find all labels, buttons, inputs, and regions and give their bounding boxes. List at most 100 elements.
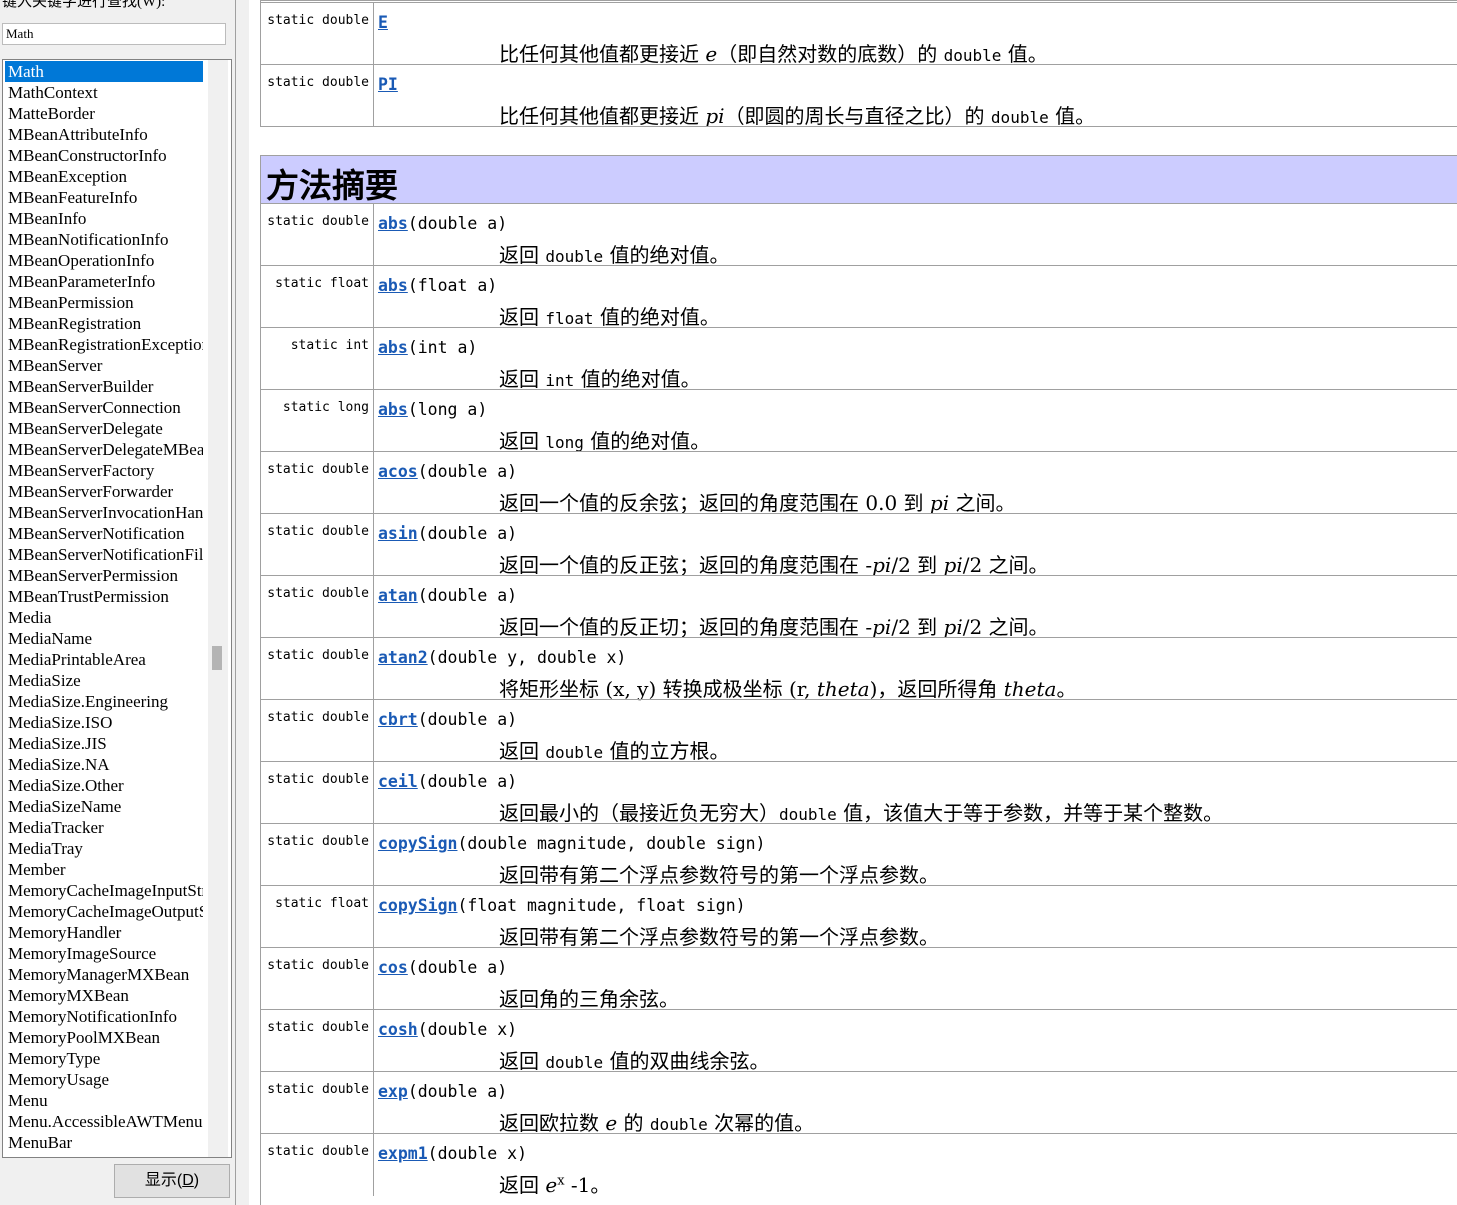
- index-list-item[interactable]: MBeanTrustPermission: [5, 586, 203, 607]
- summary-row: static double E 比任何其他值都更接近 e（即自然对数的底数）的 do…: [261, 2, 1457, 66]
- index-list[interactable]: Math MathContext MatteBorder MBeanAttribute…: [5, 61, 203, 1153]
- index-list-item[interactable]: Media: [5, 607, 203, 628]
- member-description: 比任何其他值都更接近 pi（即圆的周长与直径之比）的 double 值。: [499, 100, 1095, 129]
- member-description: 返回带有第二个浮点参数符号的第一个浮点参数。: [499, 921, 939, 950]
- index-list-item[interactable]: MBeanAttributeInfo: [5, 124, 203, 145]
- vertical-scrollbar[interactable]: [208, 60, 228, 1157]
- index-list-item[interactable]: Member: [5, 859, 203, 880]
- modifier-type: static float: [261, 266, 374, 328]
- index-list-item[interactable]: MBeanRegistrationException: [5, 334, 203, 355]
- index-list-item[interactable]: MediaTray: [5, 838, 203, 859]
- member-description: 返回 double 值的绝对值。: [499, 239, 730, 268]
- description-text: 返回欧拉数: [499, 1111, 606, 1135]
- index-list-item[interactable]: MediaName: [5, 628, 203, 649]
- modifier-type: static double: [261, 1072, 374, 1134]
- index-listbox[interactable]: Math MathContext MatteBorder MBeanAttribute…: [2, 59, 232, 1158]
- description-text: double: [779, 805, 837, 824]
- member-link[interactable]: asin: [378, 524, 418, 543]
- search-input[interactable]: [2, 23, 226, 45]
- member-link[interactable]: acos: [378, 462, 418, 481]
- member-link[interactable]: copySign: [378, 834, 457, 853]
- index-list-item[interactable]: MemoryNotificationInfo: [5, 1006, 203, 1027]
- description-text: int: [545, 371, 575, 390]
- index-list-item[interactable]: MBeanException: [5, 166, 203, 187]
- member-params: (double a): [407, 214, 508, 233]
- member-link[interactable]: ceil: [378, 772, 418, 791]
- member-params: (double a): [417, 586, 518, 605]
- index-list-item[interactable]: MBeanServerConnection: [5, 397, 203, 418]
- modifier-type: static int: [261, 328, 374, 390]
- member-link[interactable]: abs: [378, 338, 408, 357]
- index-list-item[interactable]: MBeanServerForwarder: [5, 481, 203, 502]
- index-list-item[interactable]: MBeanServerNotification: [5, 523, 203, 544]
- member-link[interactable]: PI: [378, 75, 398, 94]
- index-list-item[interactable]: MemoryType: [5, 1048, 203, 1069]
- index-list-item[interactable]: MemoryManagerMXBean: [5, 964, 203, 985]
- pane-splitter[interactable]: [235, 0, 249, 1205]
- index-list-item[interactable]: MediaSize.NA: [5, 754, 203, 775]
- index-list-item[interactable]: MediaPrintableArea: [5, 649, 203, 670]
- description-text: 之间。: [949, 491, 1016, 515]
- index-list-item[interactable]: MBeanServerDelegate: [5, 418, 203, 439]
- index-list-item[interactable]: MBeanFeatureInfo: [5, 187, 203, 208]
- index-list-item[interactable]: MBeanServerInvocationHandler: [5, 502, 203, 523]
- index-list-item[interactable]: MBeanConstructorInfo: [5, 145, 203, 166]
- index-list-item[interactable]: MBeanPermission: [5, 292, 203, 313]
- index-list-item[interactable]: MediaSize.ISO: [5, 712, 203, 733]
- index-list-item[interactable]: Menu.AccessibleAWTMenu: [5, 1111, 203, 1132]
- index-list-item[interactable]: MBeanRegistration: [5, 313, 203, 334]
- member-link[interactable]: E: [378, 13, 388, 32]
- index-list-item[interactable]: MediaSize.Engineering: [5, 691, 203, 712]
- index-list-item[interactable]: MBeanServer: [5, 355, 203, 376]
- index-list-item[interactable]: MemoryCacheImageInputStream: [5, 880, 203, 901]
- member-params: (float a): [407, 276, 498, 295]
- index-list-item[interactable]: MediaSize.JIS: [5, 733, 203, 754]
- description-text: /2 到: [891, 553, 944, 577]
- index-list-item[interactable]: MemoryPoolMXBean: [5, 1027, 203, 1048]
- member-link[interactable]: copySign: [378, 896, 457, 915]
- scrollbar-thumb[interactable]: [212, 646, 222, 670]
- description-text: )，返回所得角: [869, 677, 1004, 701]
- index-list-item[interactable]: MBeanServerNotificationFilter: [5, 544, 203, 565]
- member-link[interactable]: abs: [378, 400, 408, 419]
- show-button[interactable]: 显示(D): [114, 1164, 230, 1198]
- index-list-item[interactable]: MBeanServerBuilder: [5, 376, 203, 397]
- index-list-item[interactable]: MBeanOperationInfo: [5, 250, 203, 271]
- member-link[interactable]: abs: [378, 214, 408, 233]
- modifier-type: static double: [261, 3, 374, 65]
- index-list-item[interactable]: MemoryUsage: [5, 1069, 203, 1090]
- index-list-item[interactable]: MemoryHandler: [5, 922, 203, 943]
- index-list-item[interactable]: MenuBar: [5, 1132, 203, 1153]
- index-list-item[interactable]: MBeanServerDelegateMBean: [5, 439, 203, 460]
- index-list-item[interactable]: MBeanServerFactory: [5, 460, 203, 481]
- index-list-item[interactable]: MediaSize: [5, 670, 203, 691]
- member-link[interactable]: expm1: [378, 1144, 428, 1163]
- index-list-item[interactable]: Menu: [5, 1090, 203, 1111]
- method-summary-header: 方法摘要: [260, 155, 1457, 205]
- index-list-item[interactable]: Math: [5, 61, 203, 82]
- member-link[interactable]: cosh: [378, 1020, 418, 1039]
- member-link[interactable]: atan2: [378, 648, 428, 667]
- field-summary-table: static double E 比任何其他值都更接近 e（即自然对数的底数）的 do…: [260, 0, 1457, 129]
- summary-row: static double cbrt(double a) 返回 double 值的立…: [261, 699, 1457, 763]
- summary-row: static float abs(float a) 返回 float 值的绝对值。: [261, 265, 1457, 329]
- index-list-item[interactable]: MemoryMXBean: [5, 985, 203, 1006]
- index-list-item[interactable]: MatteBorder: [5, 103, 203, 124]
- index-list-item[interactable]: MemoryImageSource: [5, 943, 203, 964]
- member-link[interactable]: exp: [378, 1082, 408, 1101]
- member-link[interactable]: atan: [378, 586, 418, 605]
- index-list-item[interactable]: MBeanServerPermission: [5, 565, 203, 586]
- member-link[interactable]: cos: [378, 958, 408, 977]
- member-link[interactable]: cbrt: [378, 710, 418, 729]
- index-list-item[interactable]: MediaSizeName: [5, 796, 203, 817]
- description-text: 值的绝对值。: [574, 367, 701, 391]
- index-list-item[interactable]: MediaTracker: [5, 817, 203, 838]
- index-list-item[interactable]: MBeanParameterInfo: [5, 271, 203, 292]
- index-list-item[interactable]: MediaSize.Other: [5, 775, 203, 796]
- summary-row: static double exp(double a) 返回欧拉数 e 的 doub…: [261, 1071, 1457, 1135]
- index-list-item[interactable]: MBeanNotificationInfo: [5, 229, 203, 250]
- member-link[interactable]: abs: [378, 276, 408, 295]
- index-list-item[interactable]: MBeanInfo: [5, 208, 203, 229]
- index-list-item[interactable]: MathContext: [5, 82, 203, 103]
- index-list-item[interactable]: MemoryCacheImageOutputStream: [5, 901, 203, 922]
